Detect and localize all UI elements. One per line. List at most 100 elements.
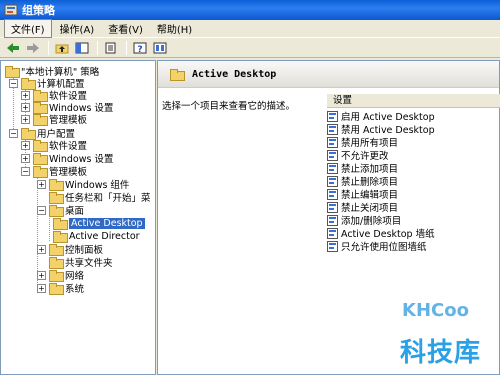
tree-item-label: Active Desktop — [69, 217, 145, 229]
setting-item[interactable]: 禁止添加项目 — [327, 162, 398, 175]
setting-item[interactable]: 添加/删除项目 — [327, 214, 402, 227]
window-title: 组策略 — [22, 4, 55, 17]
expand-icon[interactable]: + — [37, 270, 46, 280]
tree-item-admin-templates[interactable]: + 管理模板 — [21, 113, 88, 126]
policy-setting-icon — [327, 136, 338, 148]
collapse-icon[interactable]: − — [37, 205, 46, 215]
collapse-icon[interactable]: − — [9, 78, 18, 88]
toolbar-separator — [48, 40, 49, 55]
tree-item-user-software-settings[interactable]: + 软件设置 — [21, 139, 87, 152]
setting-label: 禁止关闭项目 — [341, 203, 399, 214]
expand-icon[interactable]: + — [21, 102, 30, 112]
show-hide-tree-icon[interactable] — [73, 40, 91, 56]
watermark-logo-text: KHCoo — [402, 300, 469, 321]
policy-icon — [5, 66, 20, 78]
tree-item-label: 网络 — [65, 271, 85, 282]
tree-item-label: 桌面 — [65, 206, 85, 217]
folder-icon — [49, 192, 64, 204]
collapse-icon[interactable]: − — [9, 128, 18, 138]
tree-item-shared-folders[interactable]: 共享文件夹 — [37, 256, 113, 269]
user-icon — [21, 128, 36, 140]
folder-open-icon — [49, 205, 64, 217]
folder-icon — [49, 179, 64, 191]
svg-text:?: ? — [137, 45, 142, 54]
tree-item-label: 任务栏和「开始」菜 — [65, 193, 151, 204]
folder-icon — [33, 166, 48, 178]
setting-item[interactable]: 禁止编辑项目 — [327, 188, 398, 201]
tree-item-user-admin-templates[interactable]: − 管理模板 — [21, 165, 88, 178]
up-folder-icon[interactable] — [53, 40, 71, 56]
setting-item[interactable]: 禁用所有项目 — [327, 136, 398, 149]
tree-item-active-directory[interactable]: Active Director — [53, 230, 140, 243]
group-policy-icon — [4, 3, 18, 17]
folder-icon — [53, 231, 68, 243]
tree-item-label: 控制面板 — [65, 245, 104, 256]
tree-item-label: Active Director — [69, 230, 140, 242]
folder-icon — [33, 153, 48, 165]
policy-setting-icon — [327, 175, 338, 187]
column-header-settings[interactable]: 设置 — [327, 94, 500, 108]
properties-icon[interactable] — [151, 40, 169, 56]
tree-item-windows-components[interactable]: + Windows 组件 — [37, 178, 129, 191]
tree-item-label: 管理模板 — [49, 167, 88, 178]
expand-icon[interactable]: + — [21, 114, 30, 124]
tree-item-active-desktop[interactable]: Active Desktop — [53, 217, 145, 230]
policy-setting-icon — [327, 123, 338, 135]
setting-item[interactable]: Active Desktop 墙纸 — [327, 227, 435, 240]
setting-label: 禁止删除项目 — [341, 177, 399, 188]
setting-label: 只允许使用位图墙纸 — [341, 242, 427, 253]
folder-icon — [33, 114, 48, 126]
setting-item[interactable]: 不允许更改 — [327, 149, 389, 162]
folder-icon — [33, 140, 48, 152]
expand-icon[interactable]: + — [37, 179, 46, 189]
folder-icon — [49, 283, 64, 295]
folder-open-icon — [170, 69, 185, 81]
menu-action[interactable]: 操作(A) — [54, 20, 101, 37]
watermark: KHCoo 科技库 — [400, 298, 500, 375]
expand-icon[interactable]: + — [37, 283, 46, 293]
help-icon[interactable]: ? — [131, 40, 149, 56]
policy-setting-icon — [327, 149, 338, 161]
folder-icon — [49, 257, 64, 269]
folder-open-icon — [53, 218, 68, 230]
tree-item-desktop[interactable]: − 桌面 — [37, 204, 85, 217]
folder-icon — [49, 244, 64, 256]
title-bar: 组策略 — [0, 0, 500, 20]
setting-label: 添加/删除项目 — [341, 216, 402, 227]
folder-icon — [33, 90, 48, 102]
setting-item[interactable]: 启用 Active Desktop — [327, 110, 435, 123]
expand-icon[interactable]: + — [21, 153, 30, 163]
expand-icon[interactable]: + — [21, 140, 30, 150]
tree-item-system[interactable]: + 系统 — [37, 282, 85, 295]
tree-item-label: 管理模板 — [49, 115, 88, 126]
tree-item-taskbar-start[interactable]: 任务栏和「开始」菜 — [37, 191, 151, 204]
description-text: 选择一个项目来查看它的描述。 — [162, 101, 296, 112]
policy-setting-icon — [327, 214, 338, 226]
tree-pane[interactable]: "本地计算机" 策略 − 计算机配置 + 软件设置 + Windows 设置 +… — [0, 60, 156, 375]
collapse-icon[interactable]: − — [21, 166, 30, 176]
toolbar-separator — [126, 40, 127, 55]
expand-icon[interactable]: + — [37, 244, 46, 254]
setting-item[interactable]: 禁止删除项目 — [327, 175, 399, 188]
policy-setting-icon — [327, 201, 338, 213]
setting-item[interactable]: 只允许使用位图墙纸 — [327, 240, 427, 253]
back-icon[interactable] — [4, 40, 22, 56]
folder-icon — [49, 270, 64, 282]
details-header: Active Desktop — [158, 61, 499, 88]
tree-item-control-panel[interactable]: + 控制面板 — [37, 243, 104, 256]
tree-item-user-windows-settings[interactable]: + Windows 设置 — [21, 152, 113, 165]
setting-label: 不允许更改 — [341, 151, 389, 162]
forward-icon[interactable] — [24, 40, 42, 56]
expand-icon[interactable]: + — [21, 90, 30, 100]
setting-label: 启用 Active Desktop — [341, 112, 435, 123]
tree-item-label: 系统 — [65, 284, 85, 295]
menu-file[interactable]: 文件(F) — [4, 19, 52, 38]
toolbar: ? — [0, 38, 500, 58]
tree-item-network[interactable]: + 网络 — [37, 269, 85, 282]
setting-label: Active Desktop 墙纸 — [341, 229, 435, 240]
menu-view[interactable]: 查看(V) — [102, 20, 149, 37]
setting-item[interactable]: 禁用 Active Desktop — [327, 123, 435, 136]
export-list-icon[interactable] — [102, 40, 120, 56]
menu-help[interactable]: 帮助(H) — [151, 20, 198, 37]
setting-item[interactable]: 禁止关闭项目 — [327, 201, 399, 214]
